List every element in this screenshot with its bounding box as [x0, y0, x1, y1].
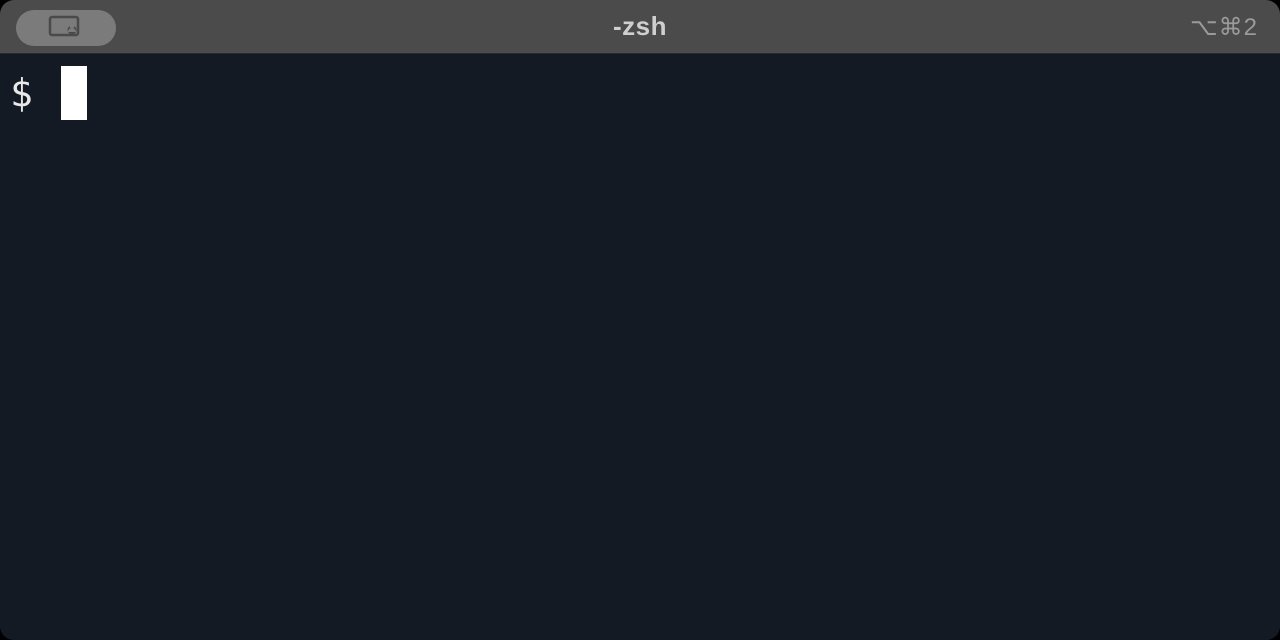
prompt-line: $	[10, 66, 87, 120]
shell-prompt: $	[10, 74, 33, 112]
tab-profile-icon	[48, 15, 84, 41]
shortcut-hint: ⌥⌘2	[1190, 0, 1258, 54]
tab-pill-button[interactable]	[16, 10, 116, 46]
text-cursor	[61, 66, 87, 120]
titlebar: -zsh ⌥⌘2	[0, 0, 1280, 54]
terminal-window: -zsh ⌥⌘2 $	[0, 0, 1280, 640]
terminal-body[interactable]: $	[0, 54, 1280, 640]
window-title: -zsh	[0, 11, 1280, 42]
